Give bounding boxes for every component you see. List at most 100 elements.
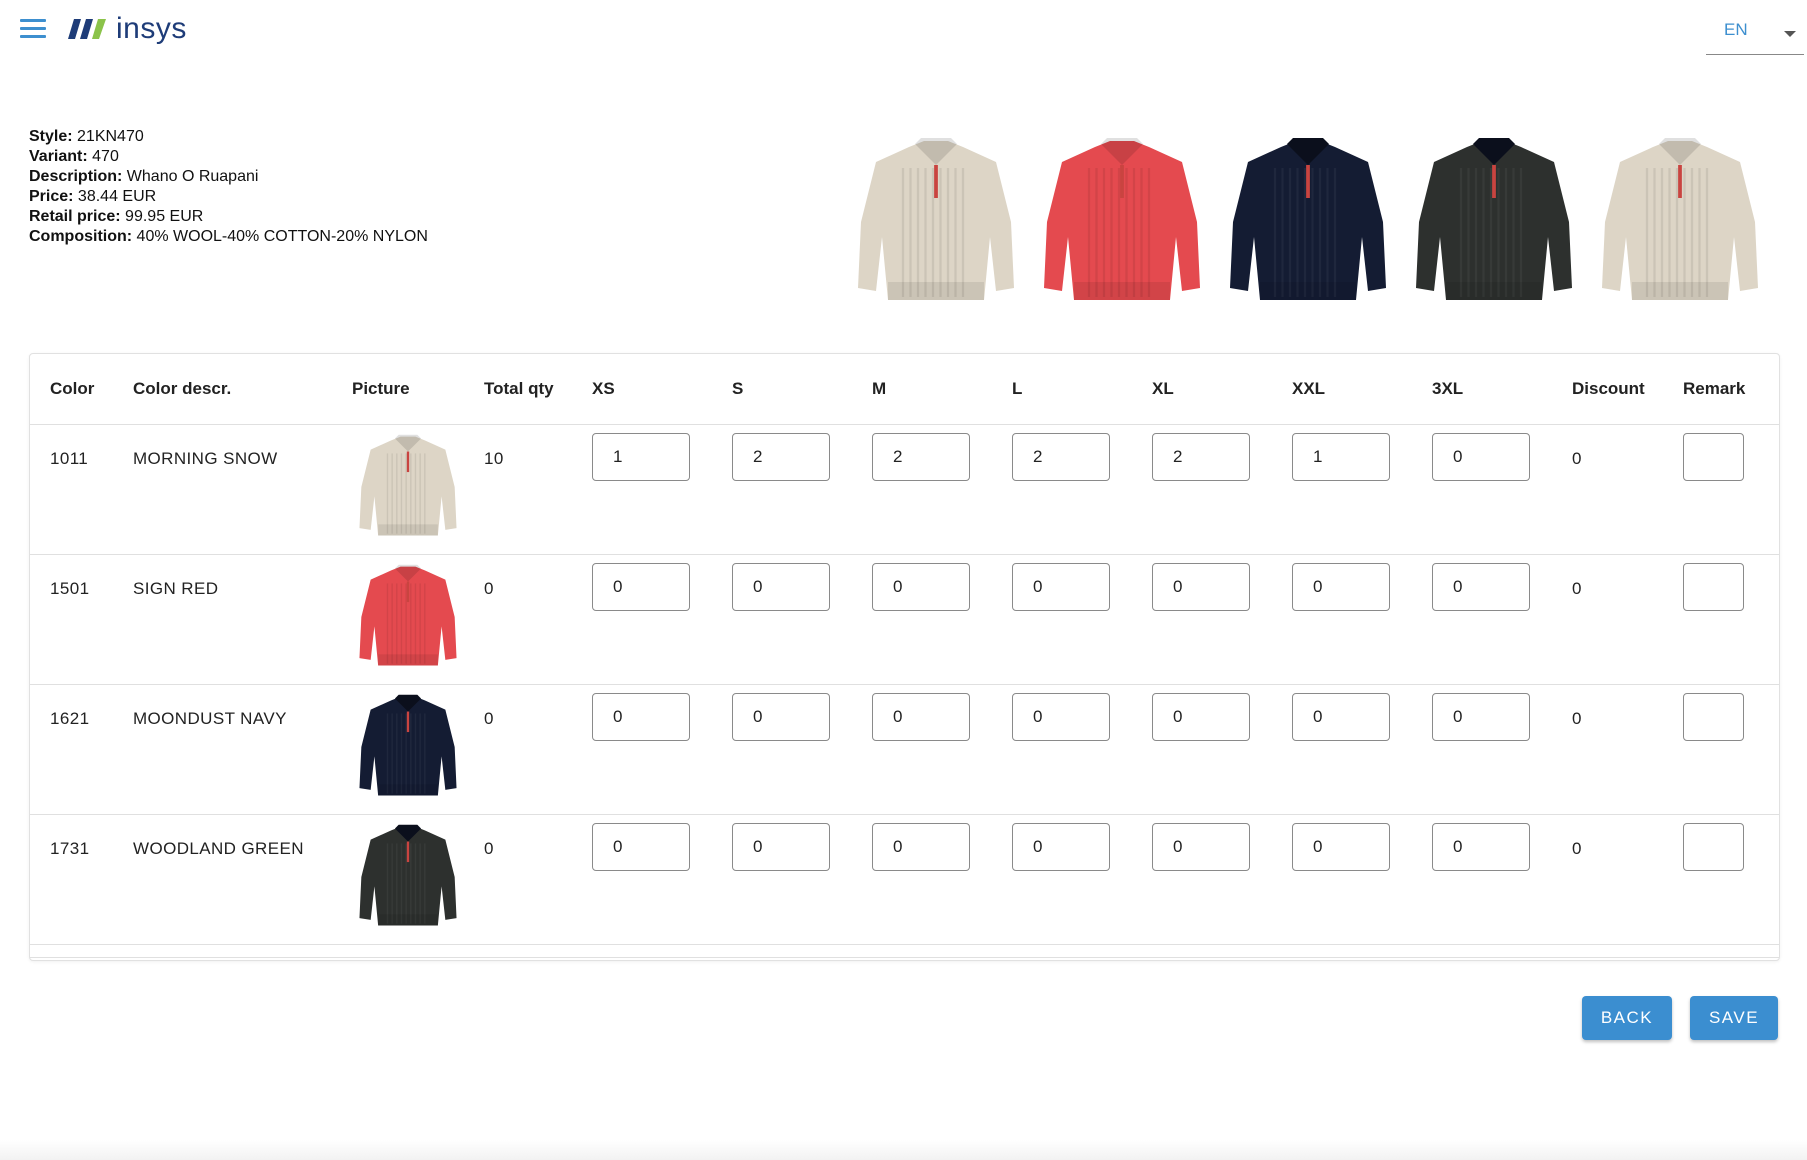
input-wrap <box>1152 425 1292 481</box>
back-button[interactable]: BACK <box>1582 996 1672 1040</box>
remark-input[interactable] <box>1683 563 1744 611</box>
color-descr-cell: MORNING SNOW <box>133 424 352 555</box>
size-cell-xs <box>592 684 732 815</box>
gallery-image[interactable] <box>1401 128 1587 316</box>
qty-input-xl[interactable] <box>1152 693 1250 741</box>
qty-input-s[interactable] <box>732 823 830 871</box>
table-body: 1011 MORNING SNOW 10 0 1501 SIGN RED 0 0 1621 M… <box>30 424 1779 945</box>
qty-input-s[interactable] <box>732 433 830 481</box>
remark-input[interactable] <box>1683 433 1744 481</box>
discount-value: 0 <box>1572 709 1582 728</box>
color-description: MOONDUST NAVY <box>133 709 287 728</box>
language-select[interactable]: EN <box>1706 10 1804 55</box>
composition-value: 40% WOOL-40% COTTON-20% NYLON <box>136 228 428 245</box>
qty-input-m[interactable] <box>872 433 970 481</box>
input-wrap <box>1152 685 1292 741</box>
total-qty-cell: 0 <box>484 814 592 945</box>
table-header-row: Color Color descr. Picture Total qty XS S M L XL… <box>30 354 1779 425</box>
color-code: 1621 <box>50 709 90 728</box>
remark-input[interactable] <box>1683 823 1744 871</box>
size-cell-xs <box>592 554 732 685</box>
color-descr-cell: SIGN RED <box>133 554 352 685</box>
size-cell-xxl <box>1292 814 1432 945</box>
column-header: Remark <box>1683 354 1779 425</box>
gallery-image[interactable] <box>1587 128 1773 316</box>
size-cell-xl <box>1152 554 1292 685</box>
color-code-cell: 1731 <box>50 814 133 945</box>
header-spacer <box>30 354 50 425</box>
qty-input-3xl[interactable] <box>1432 433 1530 481</box>
qty-input-m[interactable] <box>872 563 970 611</box>
description-value: Whano O Ruapani <box>126 168 259 185</box>
input-wrap <box>732 685 872 741</box>
logo[interactable]: insys <box>68 12 187 46</box>
input-wrap <box>1432 425 1572 481</box>
input-wrap <box>872 815 1012 871</box>
qty-input-m[interactable] <box>872 693 970 741</box>
size-cell-xl <box>1152 424 1292 555</box>
qty-input-m[interactable] <box>872 823 970 871</box>
qty-input-xl[interactable] <box>1152 563 1250 611</box>
qty-input-xs[interactable] <box>592 433 690 481</box>
qty-input-l[interactable] <box>1012 433 1110 481</box>
qty-input-xxl[interactable] <box>1292 693 1390 741</box>
qty-input-l[interactable] <box>1012 563 1110 611</box>
sweater-image <box>1416 138 1572 300</box>
qty-input-xs[interactable] <box>592 563 690 611</box>
input-wrap <box>1152 815 1292 871</box>
hamburger-icon[interactable] <box>20 19 46 41</box>
sweater-thumbnail <box>359 694 457 796</box>
column-header: Total qty <box>484 354 592 425</box>
remark-cell <box>1683 424 1779 555</box>
color-description: MORNING SNOW <box>133 449 278 468</box>
save-button[interactable]: SAVE <box>1690 996 1778 1040</box>
color-code: 1501 <box>50 579 90 598</box>
size-cell-xl <box>1152 684 1292 815</box>
size-cell-m <box>872 424 1012 555</box>
size-cell-xxl <box>1292 424 1432 555</box>
gallery-image[interactable] <box>1029 128 1215 316</box>
qty-input-l[interactable] <box>1012 823 1110 871</box>
composition-row: Composition: 40% WOOL-40% COTTON-20% NYL… <box>29 227 428 247</box>
picture-wrap <box>352 685 484 808</box>
remark-cell <box>1683 554 1779 685</box>
discount-value: 0 <box>1572 449 1582 468</box>
gallery-image[interactable] <box>843 128 1029 316</box>
input-wrap <box>1292 425 1432 481</box>
qty-input-xxl[interactable] <box>1292 823 1390 871</box>
qty-input-s[interactable] <box>732 693 830 741</box>
qty-input-xs[interactable] <box>592 693 690 741</box>
input-wrap <box>1683 555 1779 611</box>
size-cell-l <box>1012 424 1152 555</box>
qty-input-3xl[interactable] <box>1432 693 1530 741</box>
color-descr-cell: WOODLAND GREEN <box>133 814 352 945</box>
picture-cell <box>352 684 484 815</box>
description-row: Description: Whano O Ruapani <box>29 167 428 187</box>
total-qty: 0 <box>484 579 494 598</box>
qty-input-3xl[interactable] <box>1432 823 1530 871</box>
retail-price-label: Retail price: <box>29 208 121 225</box>
qty-input-l[interactable] <box>1012 693 1110 741</box>
size-cell-xs <box>592 814 732 945</box>
qty-input-xl[interactable] <box>1152 823 1250 871</box>
color-description: SIGN RED <box>133 579 219 598</box>
gallery-image[interactable] <box>1215 128 1401 316</box>
sweater-thumbnail <box>359 434 457 536</box>
size-cell-l <box>1012 684 1152 815</box>
picture-cell <box>352 424 484 555</box>
qty-input-s[interactable] <box>732 563 830 611</box>
qty-input-xxl[interactable] <box>1292 433 1390 481</box>
input-wrap <box>1012 425 1152 481</box>
discount-cell: 0 <box>1572 424 1683 555</box>
retail-price-row: Retail price: 99.95 EUR <box>29 207 428 227</box>
remark-input[interactable] <box>1683 693 1744 741</box>
style-label: Style: <box>29 128 73 145</box>
qty-input-3xl[interactable] <box>1432 563 1530 611</box>
qty-input-xl[interactable] <box>1152 433 1250 481</box>
column-header: Discount <box>1572 354 1683 425</box>
qty-input-xxl[interactable] <box>1292 563 1390 611</box>
input-wrap <box>1012 555 1152 611</box>
table-row: 1501 SIGN RED 0 0 <box>30 554 1779 685</box>
qty-input-xs[interactable] <box>592 823 690 871</box>
sweater-thumbnail <box>359 564 457 666</box>
